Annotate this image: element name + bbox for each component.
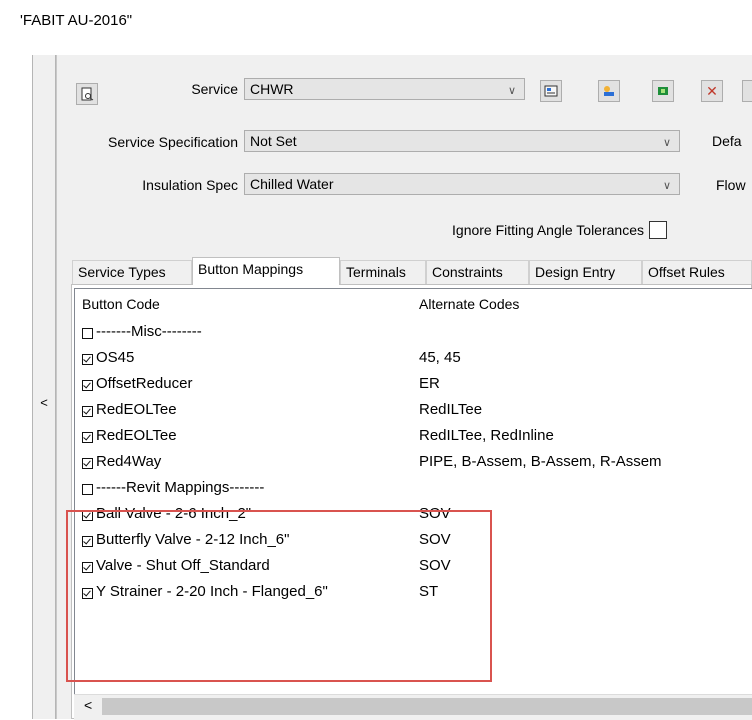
left-collapse-strip[interactable] — [32, 55, 56, 719]
more-toolbar-button[interactable] — [742, 80, 752, 102]
checked-checkbox-icon[interactable] — [82, 510, 93, 521]
service-specification-label: Service Specification — [108, 134, 238, 150]
unchecked-checkbox-icon[interactable] — [82, 328, 93, 339]
unchecked-checkbox-icon[interactable] — [82, 484, 93, 495]
list-item[interactable]: -------Misc-------- — [82, 323, 722, 349]
list-item[interactable]: RedEOLTee RedILTee — [82, 401, 722, 427]
service-template-button[interactable] — [598, 80, 620, 102]
tab-service-types[interactable]: Service Types — [72, 260, 192, 284]
tab-constraints[interactable]: Constraints — [426, 260, 529, 284]
default-label: Defa — [712, 133, 742, 149]
button-code-cell: OS45 — [96, 349, 135, 366]
checked-checkbox-icon[interactable] — [82, 406, 93, 417]
chevron-down-icon: ∨ — [507, 85, 516, 97]
alternate-codes-cell: SOV — [419, 505, 451, 522]
list-item[interactable]: Butterfly Valve - 2-12 Inch_6" SOV — [82, 531, 722, 557]
tab-terminals[interactable]: Terminals — [340, 260, 426, 284]
alternate-codes-cell: SOV — [419, 531, 451, 548]
ignore-angle-tolerance-checkbox[interactable] — [649, 221, 667, 239]
list-item[interactable]: Ball Valve - 2-6 Inch_2" SOV — [82, 505, 722, 531]
checked-checkbox-icon[interactable] — [82, 588, 93, 599]
flow-label: Flow — [716, 177, 746, 193]
add-icon — [658, 87, 668, 95]
insulation-spec-dropdown[interactable]: Chilled Water ∨ — [244, 173, 680, 195]
delete-service-button[interactable]: ✕ — [701, 80, 723, 102]
tab-design-entry[interactable]: Design Entry — [529, 260, 642, 284]
list-item[interactable]: Valve - Shut Off_Standard SOV — [82, 557, 722, 583]
alternate-codes-cell: SOV — [419, 557, 451, 574]
list-item[interactable]: RedEOLTee RedILTee, RedInline — [82, 427, 722, 453]
checked-checkbox-icon[interactable] — [82, 458, 93, 469]
alternate-codes-cell: PIPE, B-Assem, B-Assem, R-Assem — [419, 453, 662, 470]
button-code-cell: ------Revit Mappings------- — [96, 479, 265, 496]
list-item[interactable]: ------Revit Mappings------- — [82, 479, 722, 505]
column-header-alternate-codes[interactable]: Alternate Codes — [419, 296, 519, 312]
button-code-cell: -------Misc-------- — [96, 323, 202, 340]
list-item[interactable]: OS45 45, 45 — [82, 349, 722, 375]
checked-checkbox-icon[interactable] — [82, 432, 93, 443]
button-code-cell: RedEOLTee — [96, 427, 177, 444]
print-preview-button[interactable] — [76, 83, 98, 105]
alternate-codes-cell: RedILTee, RedInline — [419, 427, 554, 444]
alternate-codes-cell: ER — [419, 375, 440, 392]
button-code-cell: Red4Way — [96, 453, 162, 470]
print-preview-icon — [81, 87, 94, 101]
user-template-icon — [604, 86, 614, 96]
service-dropdown[interactable]: CHWR ∨ — [244, 78, 525, 100]
checked-checkbox-icon[interactable] — [82, 562, 93, 573]
ignore-angle-tolerance-label: Ignore Fitting Angle Tolerances — [452, 222, 644, 238]
alternate-codes-cell: ST — [419, 583, 439, 600]
service-value: CHWR — [250, 81, 294, 97]
scroll-left-icon[interactable]: < — [84, 697, 92, 713]
window-title: 'FABIT AU-2016" — [20, 12, 133, 29]
collapse-arrow-icon[interactable]: < — [38, 395, 50, 410]
checked-checkbox-icon[interactable] — [82, 536, 93, 547]
button-code-cell: Butterfly Valve - 2-12 Inch_6" — [96, 531, 290, 548]
insulation-spec-label: Insulation Spec — [142, 177, 238, 193]
scrollbar-thumb[interactable] — [102, 698, 752, 715]
list-item[interactable]: Y Strainer - 2-20 Inch - Flanged_6" ST — [82, 583, 722, 609]
button-code-cell: Valve - Shut Off_Standard — [96, 557, 270, 574]
button-code-cell: OffsetReducer — [96, 375, 193, 392]
service-specification-dropdown[interactable]: Not Set ∨ — [244, 130, 680, 152]
service-label: Service — [191, 81, 238, 97]
tab-offset-rules[interactable]: Offset Rules — [642, 260, 752, 284]
button-code-cell: RedEOLTee — [96, 401, 177, 418]
insulation-spec-value: Chilled Water — [250, 176, 334, 192]
properties-icon — [544, 85, 558, 97]
tab-button-mappings[interactable]: Button Mappings — [192, 257, 340, 285]
button-code-cell: Ball Valve - 2-6 Inch_2" — [96, 505, 252, 522]
column-header-button-code[interactable]: Button Code — [82, 296, 160, 312]
alternate-codes-cell: 45, 45 — [419, 349, 461, 366]
add-service-button[interactable] — [652, 80, 674, 102]
service-properties-button[interactable] — [540, 80, 562, 102]
chevron-down-icon: ∨ — [662, 180, 671, 192]
alternate-codes-cell: RedILTee — [419, 401, 483, 418]
list-item[interactable]: Red4Way PIPE, B-Assem, B-Assem, R-Assem — [82, 453, 722, 479]
checked-checkbox-icon[interactable] — [82, 354, 93, 365]
chevron-down-icon: ∨ — [662, 137, 671, 149]
checked-checkbox-icon[interactable] — [82, 380, 93, 391]
list-item[interactable]: OffsetReducer ER — [82, 375, 722, 401]
service-specification-value: Not Set — [250, 133, 297, 149]
delete-icon: ✕ — [706, 82, 718, 99]
button-code-cell: Y Strainer - 2-20 Inch - Flanged_6" — [96, 583, 328, 600]
